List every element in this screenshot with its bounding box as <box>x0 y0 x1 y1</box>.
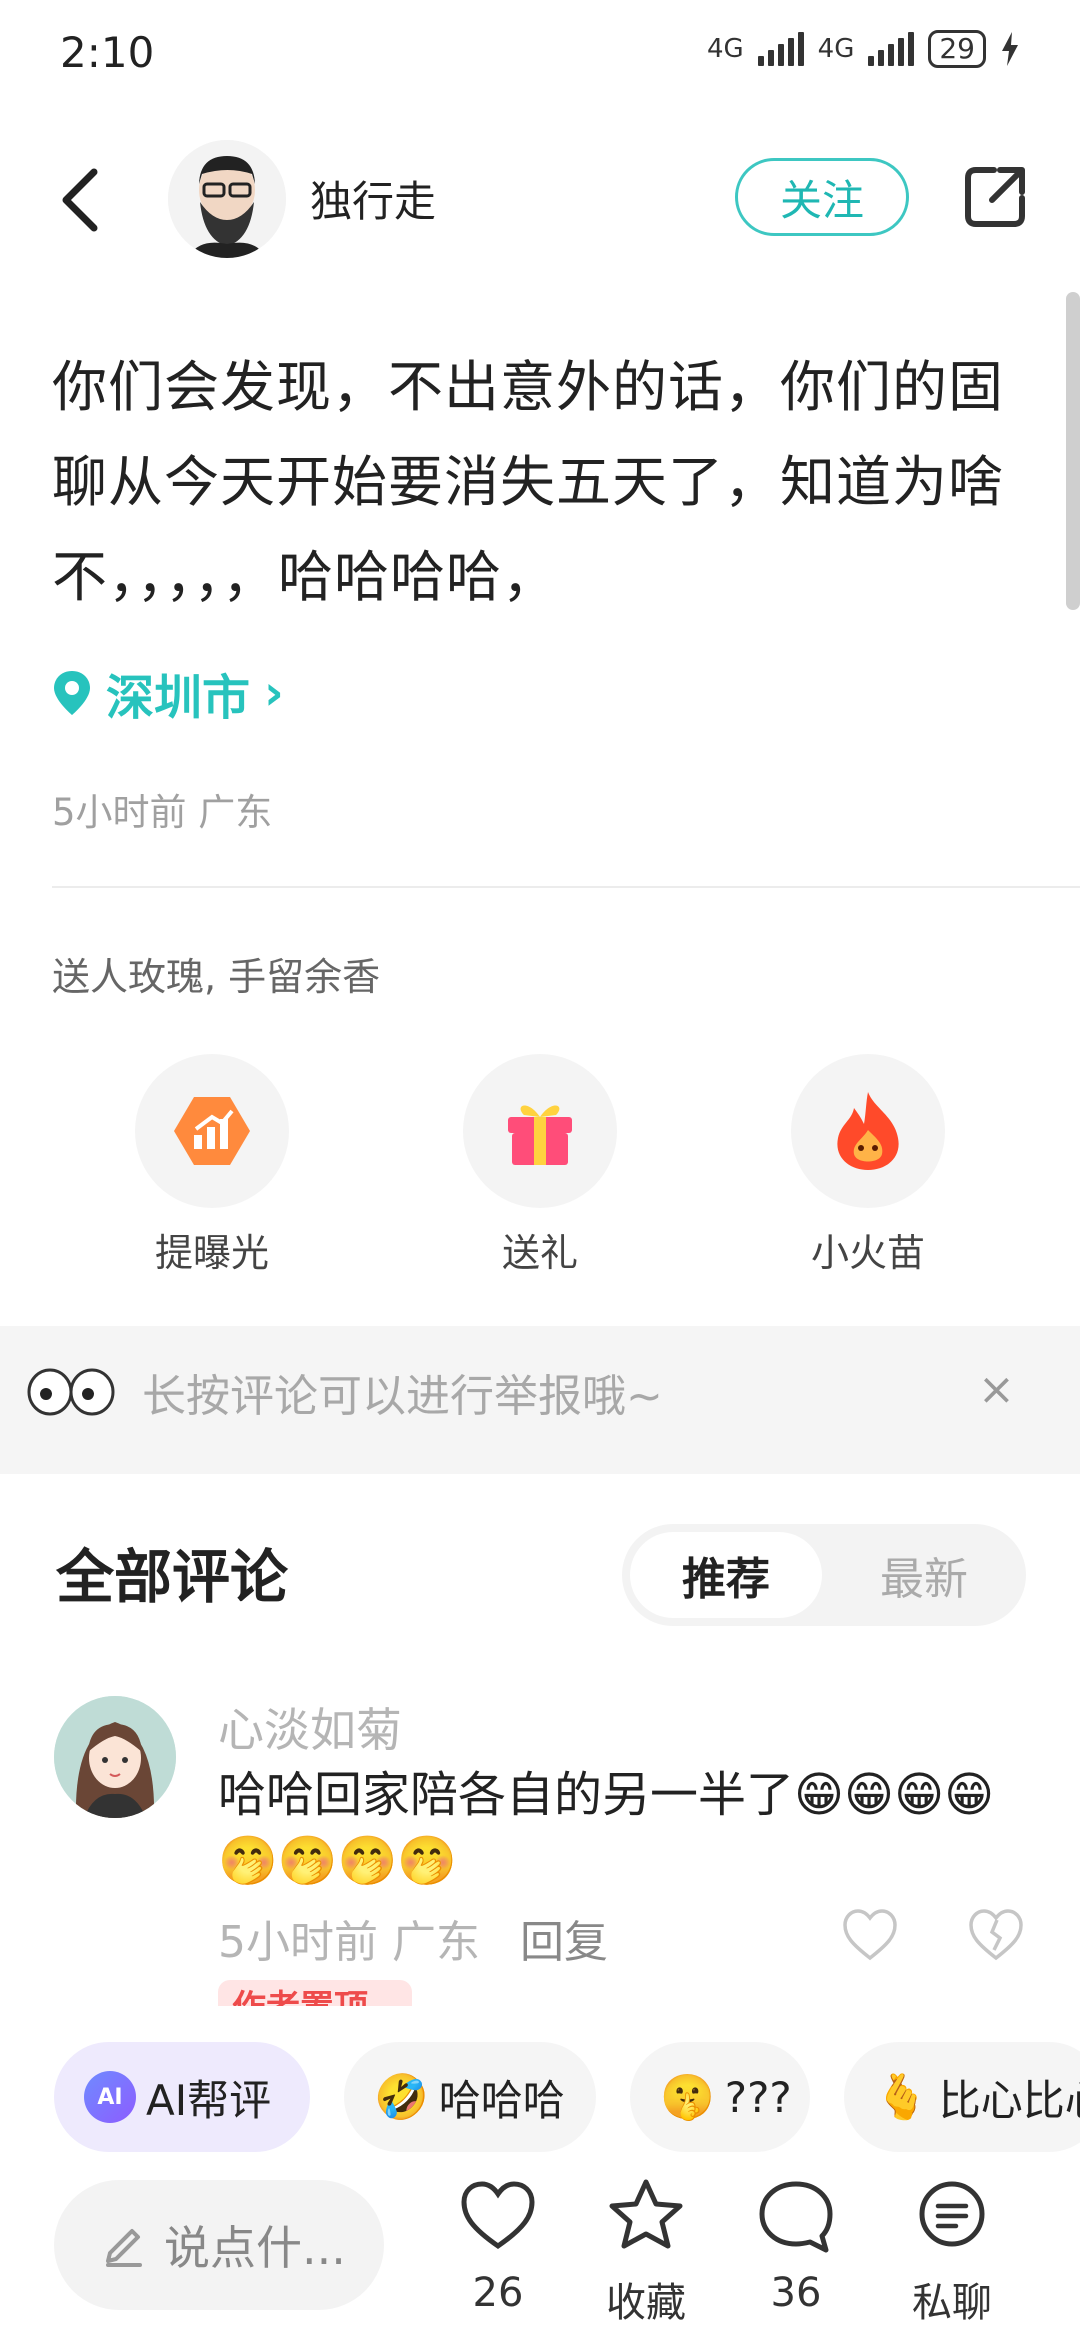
boost-exposure-label: 提曝光 <box>154 1231 269 1275</box>
status-time: 2:10 <box>60 28 155 77</box>
private-chat-button[interactable]: 私聊 <box>892 2176 1012 2328</box>
boost-exposure-circle <box>135 1054 289 1208</box>
heart-icon <box>461 2181 535 2250</box>
heart-icon[interactable] <box>842 1908 898 1962</box>
little-flame-circle <box>791 1054 945 1208</box>
flame-icon <box>837 1092 899 1170</box>
comment-count: 36 <box>770 2270 822 2316</box>
sort-latest-tab[interactable]: 最新 <box>828 1532 1020 1618</box>
signal-icon-2 <box>868 32 915 66</box>
network-label-2: 4G <box>817 34 855 64</box>
battery-indicator: 29 <box>928 30 986 68</box>
back-icon[interactable] <box>52 160 112 240</box>
send-gift-circle <box>463 1054 617 1208</box>
favorite-label: 收藏 <box>606 2280 686 2326</box>
location-label: 深圳市 <box>106 670 251 726</box>
boost-exposure-button[interactable]: 提曝光 <box>112 1054 312 1277</box>
report-hint: 长按评论可以进行举报哦~ <box>142 1371 663 1422</box>
close-icon[interactable]: × <box>978 1364 1015 1415</box>
comment-text: 哈哈回家陪各自的另一半了😁😁😁😁🤭🤭🤭🤭 <box>218 1767 995 1889</box>
status-icons: 4G 4G 29 <box>707 30 1020 68</box>
ai-comment-label: AI帮评 <box>146 2075 272 2125</box>
author-avatar[interactable] <box>168 140 286 258</box>
quick-reply-label: ??? <box>724 2072 792 2122</box>
quick-reply-chip[interactable]: 🤫 ??? <box>630 2042 810 2152</box>
share-icon[interactable] <box>960 162 1030 232</box>
finger-heart-emoji-icon: 🫰 <box>874 2072 929 2123</box>
chevron-right-icon: › <box>264 665 284 721</box>
post-content: 你们会发现，不出意外的话，你们的固聊从今天开始要消失五天了，知道为啥不，，，，，… <box>52 355 1005 609</box>
shushing-emoji-icon: 🤫 <box>660 2072 715 2123</box>
chat-icon <box>919 2181 985 2247</box>
little-flame-label: 小火苗 <box>810 1231 925 1275</box>
author-name[interactable]: 独行走 <box>310 168 436 229</box>
quick-reply-label: 哈哈哈 <box>438 2075 565 2125</box>
quick-reply-chip[interactable]: 🫰 比心比心 <box>844 2042 1080 2152</box>
pinned-badge-label: 作者置顶 <box>218 1980 412 2006</box>
signal-icon <box>757 32 804 66</box>
commenter-avatar[interactable] <box>54 1696 176 1818</box>
send-gift-button[interactable]: 送礼 <box>440 1054 640 1277</box>
location-pin-icon <box>54 671 90 715</box>
private-chat-label: 私聊 <box>912 2280 992 2326</box>
comment-sort-toggle: 推荐 最新 <box>622 1524 1026 1626</box>
broken-heart-icon[interactable] <box>968 1908 1024 1962</box>
ai-comment-chip[interactable]: AI AI帮评 <box>54 2042 310 2152</box>
little-flame-button[interactable]: 小火苗 <box>768 1054 968 1277</box>
star-icon <box>609 2179 683 2249</box>
like-count: 26 <box>472 2270 524 2316</box>
comment-bubble-icon <box>759 2181 833 2253</box>
avatar-illustration-icon <box>54 1696 176 1818</box>
gift-prompt: 送人玫瑰, 手留余香 <box>52 955 381 999</box>
pencil-icon <box>106 2229 142 2267</box>
boost-exposure-icon <box>174 1097 250 1165</box>
post-meta: 5小时前 广东 <box>52 791 273 834</box>
comments-title: 全部评论 <box>56 1543 289 1611</box>
ai-icon: AI <box>84 2071 136 2123</box>
send-gift-label: 送礼 <box>501 1231 578 1275</box>
eyes-icon <box>27 1368 115 1416</box>
location-tag[interactable]: 深圳市 › <box>52 658 284 728</box>
gift-icon <box>508 1105 572 1165</box>
follow-button[interactable]: 关注 <box>735 158 909 236</box>
avatar-illustration-icon <box>168 140 286 258</box>
pinned-badge: 作者置顶 <box>218 1980 412 2006</box>
laughing-emoji-icon: 🤣 <box>374 2072 429 2123</box>
scrollbar[interactable] <box>1066 292 1080 610</box>
divider <box>52 886 1080 888</box>
comment-input[interactable]: 说点什... <box>54 2180 384 2310</box>
quick-reply-label: 比心比心 <box>938 2075 1080 2125</box>
comment-button[interactable]: 36 <box>736 2176 856 2316</box>
charging-icon <box>1002 32 1018 66</box>
comment-meta: 5小时前 广东 <box>218 1917 480 1968</box>
like-button[interactable]: 26 <box>438 2176 558 2316</box>
commenter-name[interactable]: 心淡如菊 <box>218 1694 402 1760</box>
comment-input-placeholder: 说点什... <box>164 2221 346 2275</box>
network-label-1: 4G <box>706 34 744 64</box>
reply-button[interactable]: 回复 <box>520 1906 608 1970</box>
favorite-button[interactable]: 收藏 <box>586 2176 706 2328</box>
sort-recommended-tab[interactable]: 推荐 <box>630 1532 822 1618</box>
quick-reply-chip[interactable]: 🤣 哈哈哈 <box>344 2042 596 2152</box>
